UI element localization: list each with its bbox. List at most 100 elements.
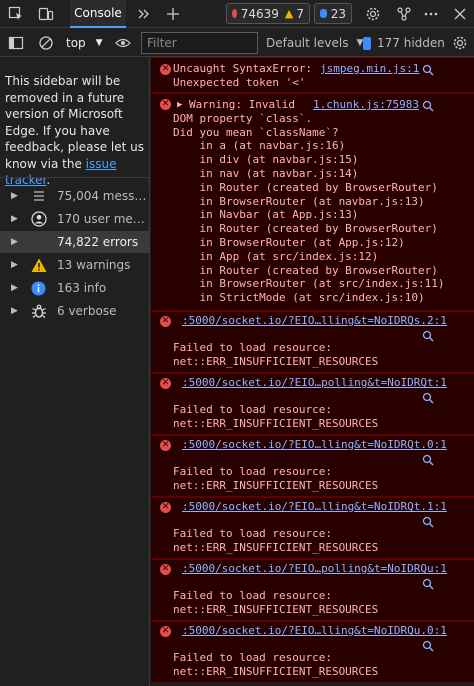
- expand-caret-icon: ▶: [11, 237, 18, 247]
- sidebar-item-verbose[interactable]: ▶ 6 verbose: [0, 300, 150, 322]
- sidebar-divider: [0, 177, 150, 178]
- more-tabs-icon[interactable]: [133, 3, 155, 25]
- sidebar-toggle-icon[interactable]: [5, 32, 27, 54]
- hidden-count: 177 hidden: [377, 36, 445, 50]
- sidebar-deprecation-notice: This sidebar will be removed in a future…: [5, 73, 145, 189]
- sidebar-item-user-messages[interactable]: ▶ 170 user messa...: [0, 208, 150, 230]
- messages-count-button[interactable]: 23: [314, 3, 352, 24]
- console-settings-gear-icon[interactable]: [449, 32, 471, 54]
- error-text: net::ERR_INSUFFICIENT_RESOURCES: [173, 479, 379, 492]
- filter-input[interactable]: [141, 32, 258, 54]
- stack-trace-line: in BrowserRouter (at src/index.js:11): [173, 277, 445, 291]
- stack-trace-line: in a (at navbar.js:16): [173, 139, 346, 153]
- search-icon[interactable]: [422, 330, 434, 342]
- search-icon[interactable]: [422, 64, 434, 76]
- source-link[interactable]: :5000/socket.io/?EIO…lling&t=NoIDRQu.0:1: [182, 624, 447, 638]
- error-count-icon: [232, 9, 237, 18]
- user-icon: [30, 211, 47, 228]
- stack-trace-line: Warning: Invalid: [189, 98, 295, 111]
- device-emulation-icon[interactable]: [35, 3, 57, 25]
- console-error-message[interactable]: ✕ ▶ 1.chunk.js:75983 Warning: Invalid DOM…: [151, 93, 474, 311]
- search-icon[interactable]: [422, 640, 434, 652]
- console-error-message[interactable]: ✕ :5000/socket.io/?EIO…lling&t=NoIDRQt.0:…: [151, 435, 474, 497]
- error-text: Failed to load resource:: [173, 403, 332, 416]
- settings-gear-icon[interactable]: [362, 3, 384, 25]
- expand-caret-icon: ▶: [11, 306, 18, 316]
- sidebar-item-label: 74,822 errors: [57, 235, 139, 249]
- stack-trace-line: in StrictMode (at src/index.js:10): [173, 291, 425, 305]
- stack-trace-line: in Router (created by BrowserRouter): [173, 263, 438, 277]
- stack-trace-line: in nav (at navbar.js:14): [173, 167, 359, 180]
- close-devtools-icon[interactable]: [449, 3, 471, 25]
- error-text: net::ERR_INSUFFICIENT_RESOURCES: [173, 355, 379, 368]
- expand-caret-icon: ▶: [11, 214, 18, 224]
- error-icon: ✕: [160, 99, 171, 110]
- tab-console[interactable]: Console: [70, 0, 126, 28]
- search-icon[interactable]: [422, 100, 434, 112]
- connections-icon[interactable]: [393, 3, 415, 25]
- search-icon[interactable]: [422, 516, 434, 528]
- search-icon[interactable]: [422, 578, 434, 590]
- notice-text: This sidebar will be removed in a future…: [5, 74, 144, 171]
- expand-caret-icon: ▶: [11, 191, 18, 201]
- expand-caret-icon: ▶: [11, 283, 18, 293]
- stack-trace-line: in Navbar (at App.js:13): [173, 208, 359, 222]
- error-text: net::ERR_INSUFFICIENT_RESOURCES: [173, 417, 379, 430]
- error-text: Failed to load resource:: [173, 527, 332, 540]
- stack-trace-line: in BrowserRouter (at App.js:12): [173, 236, 405, 249]
- more-options-icon[interactable]: [420, 3, 442, 25]
- stack-trace-line: Did you mean `className`?: [173, 125, 339, 139]
- source-link[interactable]: :5000/socket.io/?EIO…lling&t=NoIDRQt.0:1: [182, 438, 447, 452]
- inspect-element-icon[interactable]: [5, 3, 27, 25]
- source-link[interactable]: jsmpeg.min.js:1: [320, 62, 419, 76]
- stack-trace-line: DOM property `class`.: [173, 111, 313, 125]
- log-levels-label: Default levels: [266, 36, 349, 50]
- hidden-messages-badge[interactable]: 177 hidden: [363, 32, 445, 54]
- log-levels-dropdown[interactable]: Default levels ▼: [266, 32, 363, 54]
- source-link[interactable]: 1.chunk.js:75983: [313, 98, 419, 112]
- chevron-down-icon: ▼: [95, 38, 103, 48]
- info-icon: [30, 280, 47, 297]
- context-selector[interactable]: top ▼: [62, 32, 106, 54]
- console-error-message[interactable]: ✕ :5000/socket.io/?EIO…lling&t=NoIDRQt.1:…: [151, 497, 474, 559]
- source-link[interactable]: :5000/socket.io/?EIO…polling&t=NoIDRQt:1: [182, 376, 447, 390]
- message-count-icon: [320, 9, 327, 18]
- console-toolbar: top ▼ Default levels ▼ 177 hidden: [0, 28, 474, 57]
- console-error-message[interactable]: ✕ Uncaught SyntaxError: jsmpeg.min.js:1 …: [151, 57, 474, 93]
- source-link[interactable]: :5000/socket.io/?EIO…polling&t=NoIDRQu:1: [182, 562, 447, 576]
- console-error-message[interactable]: ✕ :5000/socket.io/?EIO…lling&t=NoIDRQs.2:…: [151, 311, 474, 373]
- sidebar-item-errors[interactable]: ▶ 74,822 errors: [0, 231, 150, 253]
- error-icon: ✕: [160, 316, 171, 327]
- error-icon: ✕: [160, 440, 171, 451]
- sidebar-item-label: 170 user messa...: [57, 212, 147, 226]
- error-text: Failed to load resource:: [173, 651, 332, 664]
- expand-triangle-icon[interactable]: ▶: [177, 98, 182, 112]
- sidebar-item-label: 6 verbose: [57, 304, 117, 318]
- warning-count: 7: [296, 6, 304, 21]
- sidebar-item-label: 163 info: [57, 281, 107, 295]
- live-expression-eye-icon[interactable]: [112, 32, 134, 54]
- console-error-message[interactable]: ✕:5000/socket.io/?EIO…polling&t=NoIDRQt:…: [151, 373, 474, 435]
- add-tab-icon[interactable]: [162, 3, 184, 25]
- sidebar-item-messages[interactable]: ▶ 75,004 messages: [0, 185, 150, 207]
- warning-count-icon: ▲: [284, 7, 294, 20]
- search-icon[interactable]: [422, 392, 434, 404]
- issue-counter-button[interactable]: 74639 ▲ 7: [226, 3, 310, 24]
- clear-console-icon[interactable]: [35, 32, 57, 54]
- message-count: 23: [330, 6, 346, 21]
- sidebar-item-label: 13 warnings: [57, 258, 131, 272]
- source-link[interactable]: :5000/socket.io/?EIO…lling&t=NoIDRQs.2:1: [182, 314, 447, 328]
- error-text: net::ERR_INSUFFICIENT_RESOURCES: [173, 603, 379, 616]
- error-icon: ✕: [160, 502, 171, 513]
- console-sidebar: This sidebar will be removed in a future…: [0, 57, 150, 686]
- console-error-message[interactable]: ✕:5000/socket.io/?EIO…polling&t=NoIDRQu:…: [151, 559, 474, 621]
- error-text: Failed to load resource:: [173, 341, 332, 354]
- console-error-message[interactable]: ✕:5000/socket.io/?EIO…lling&t=NoIDRQu.0:…: [151, 621, 474, 683]
- sidebar-item-info[interactable]: ▶ 163 info: [0, 277, 150, 299]
- warning-icon: [30, 257, 47, 274]
- source-link[interactable]: :5000/socket.io/?EIO…lling&t=NoIDRQt.1:1: [182, 500, 447, 514]
- sidebar-item-warnings[interactable]: ▶ 13 warnings: [0, 254, 150, 276]
- search-icon[interactable]: [422, 454, 434, 466]
- stack-trace-line: in div (at navbar.js:15): [173, 153, 359, 167]
- error-text: Uncaught SyntaxError:: [173, 62, 313, 75]
